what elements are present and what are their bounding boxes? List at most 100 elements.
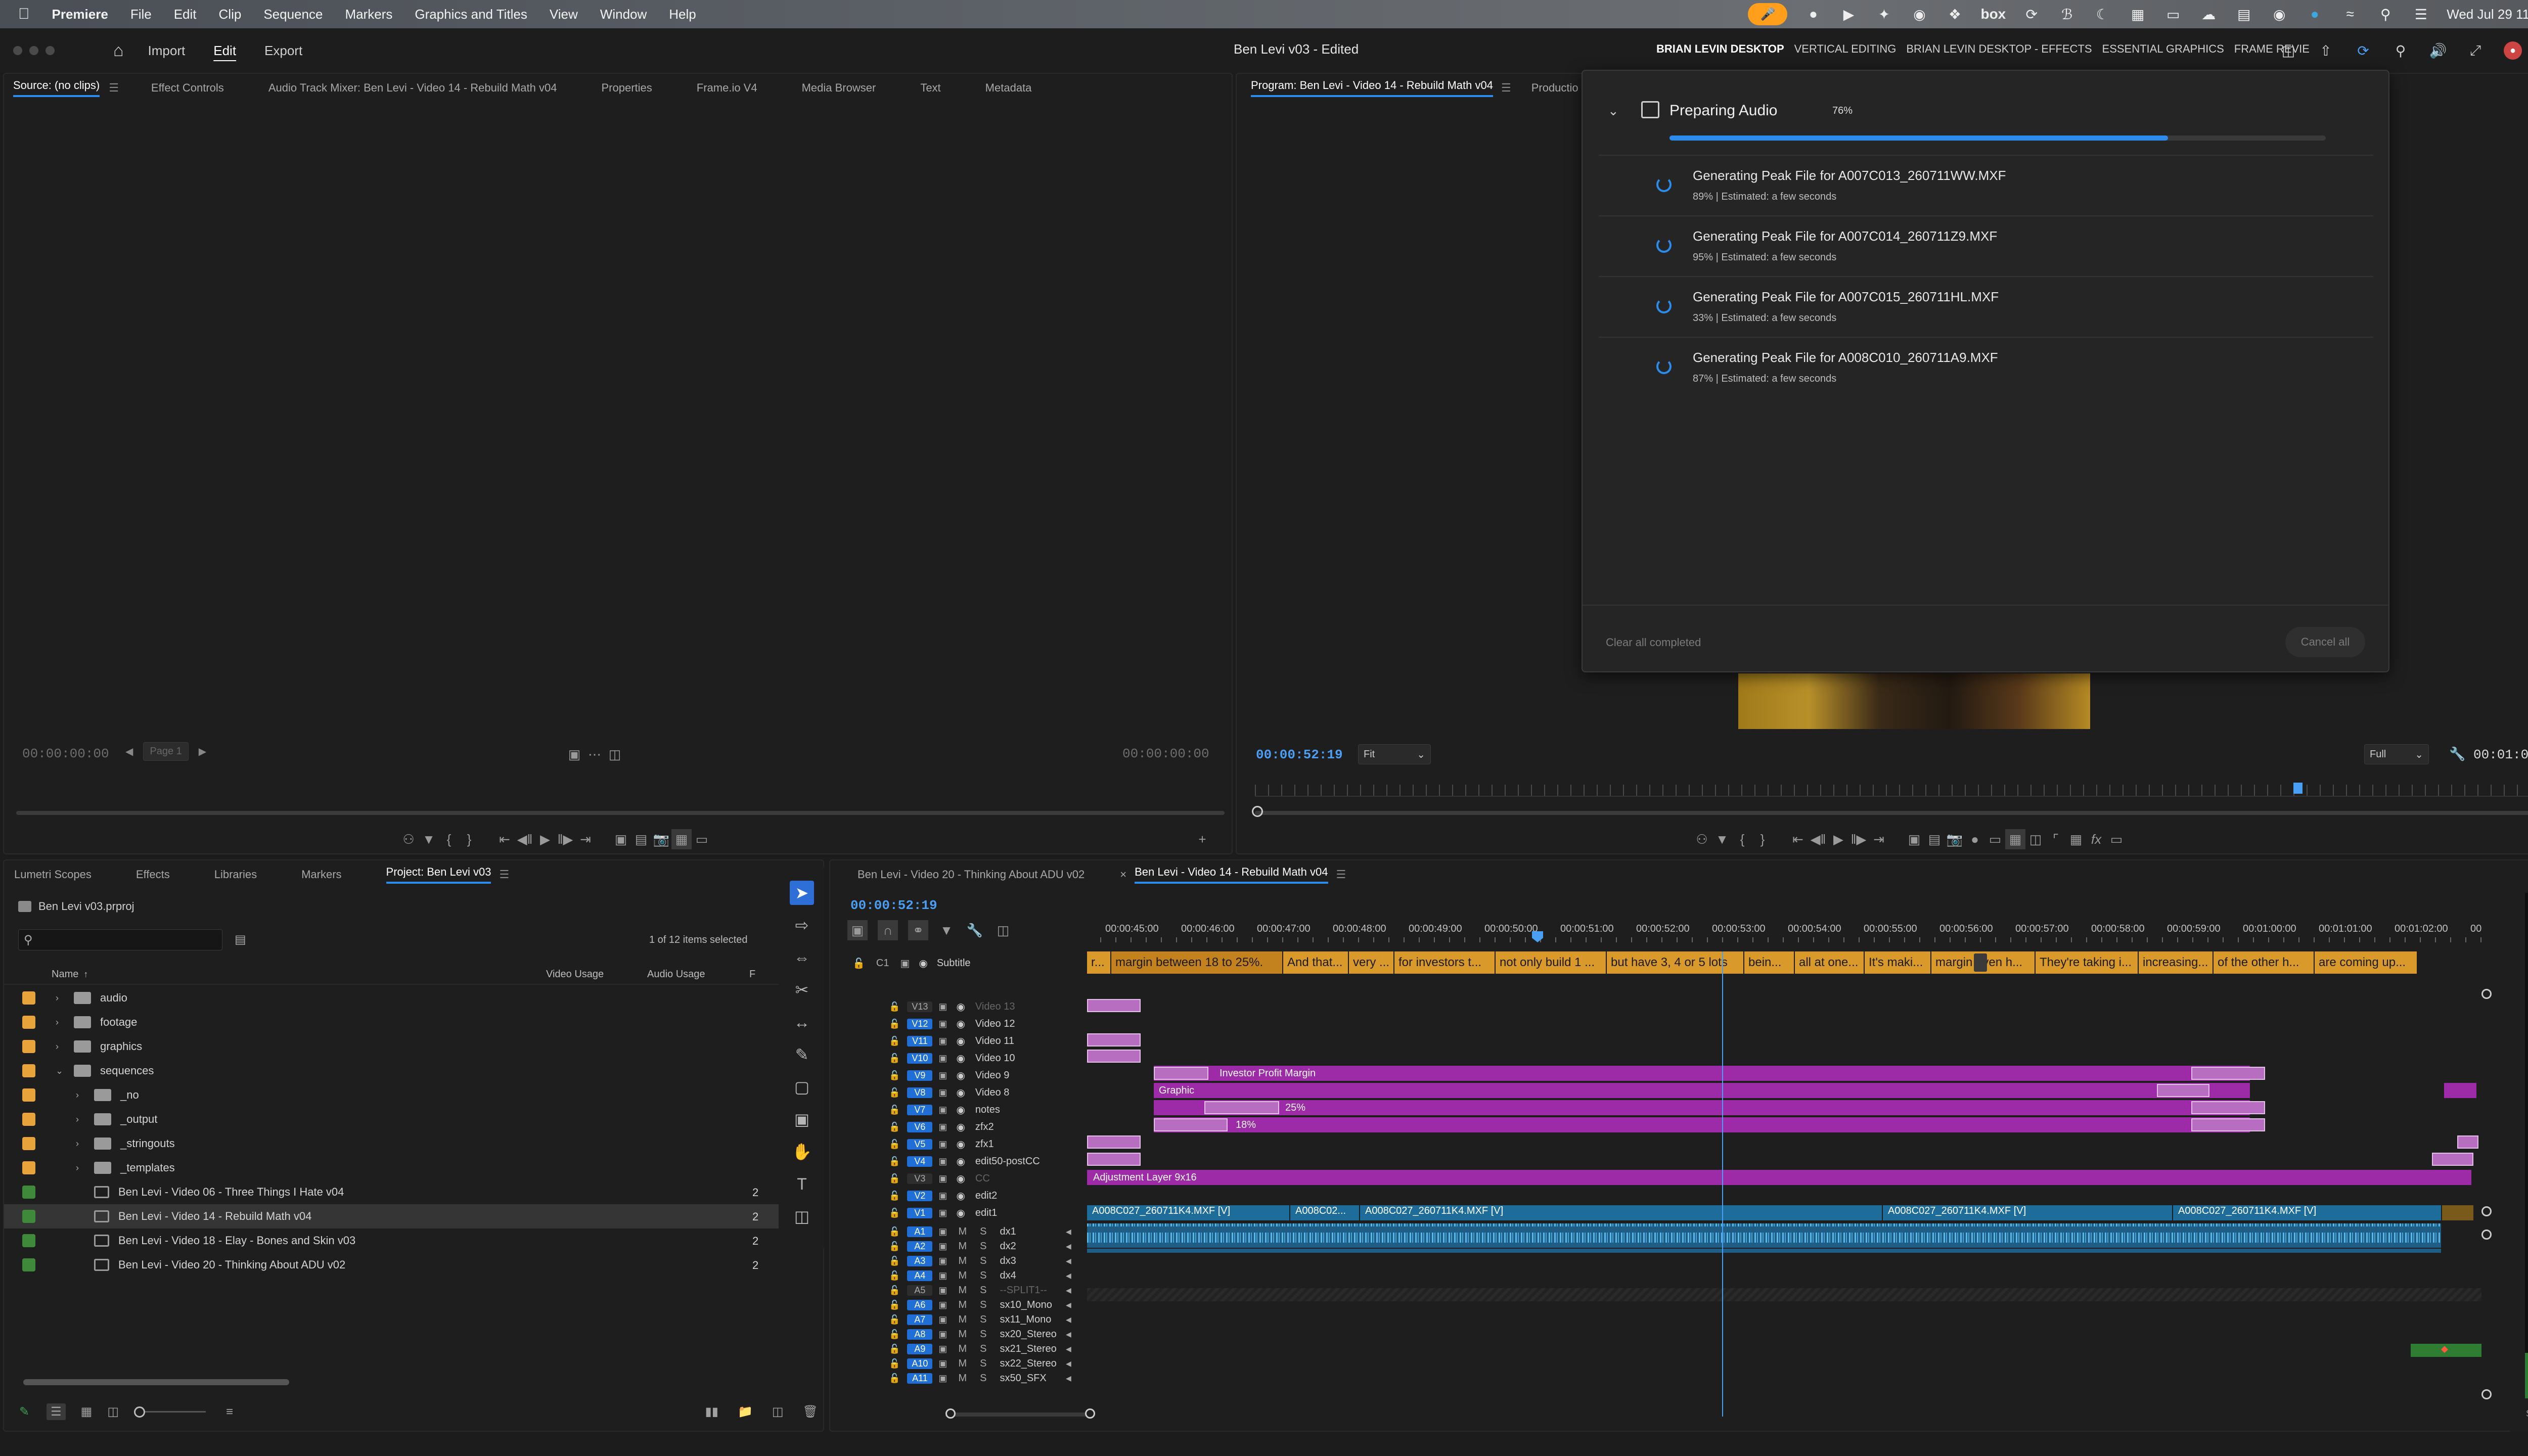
fx-icon[interactable]: fx bbox=[2086, 829, 2106, 849]
track-target-button[interactable]: A9 bbox=[907, 1344, 933, 1354]
sync-lock-icon[interactable]: ▣ bbox=[938, 1105, 947, 1115]
lock-icon[interactable]: 🔓 bbox=[889, 1270, 900, 1281]
sequence-row[interactable]: Ben Levi - Video 14 - Rebuild Math v04 2 bbox=[4, 1204, 823, 1228]
sync-lock-icon[interactable]: ▣ bbox=[938, 1358, 947, 1369]
track-header-v13[interactable]: 🔓 V13 ▣ ◉ Video 13 bbox=[850, 998, 1100, 1015]
track-target-button[interactable]: A11 bbox=[907, 1373, 933, 1384]
sync-lock-icon[interactable]: ▣ bbox=[938, 1036, 947, 1046]
fullscreen-icon[interactable]: ⤢ bbox=[2466, 41, 2485, 60]
add-button-icon[interactable]: + bbox=[1192, 829, 1212, 849]
track-header-v12[interactable]: 🔓 V12 ▣ ◉ Video 12 bbox=[850, 1015, 1100, 1032]
export-frame-icon[interactable]: 📷 bbox=[1945, 829, 1965, 849]
dropbox-icon[interactable]: ❖ bbox=[1945, 5, 1964, 24]
app-menu[interactable]: Premiere bbox=[52, 7, 108, 22]
clip-v1-b[interactable]: A008C02... bbox=[1290, 1205, 1359, 1220]
track-header-v10[interactable]: 🔓 V10 ▣ ◉ Video 10 bbox=[850, 1050, 1100, 1067]
lock-icon[interactable]: 🔓 bbox=[889, 1256, 900, 1266]
sync-lock-icon[interactable]: ▣ bbox=[938, 1226, 947, 1237]
tab-sequence-video-20[interactable]: Ben Levi - Video 20 - Thinking About ADU… bbox=[857, 868, 1085, 881]
add-marker-icon[interactable]: ▼ bbox=[419, 829, 439, 849]
clip-v4-end[interactable] bbox=[2432, 1153, 2473, 1166]
menu-window[interactable]: Window bbox=[600, 7, 647, 22]
track-arrow-icon[interactable]: ◀ bbox=[1066, 1286, 1071, 1295]
step-forward-icon[interactable]: ‖▶ bbox=[555, 829, 575, 849]
track-target-button[interactable]: V11 bbox=[907, 1035, 933, 1046]
tab-lumetri-scopes[interactable]: Lumetri Scopes bbox=[14, 868, 92, 881]
chevron-right-icon[interactable]: › bbox=[76, 1139, 86, 1149]
drop-frame-icon[interactable]: ⋯ bbox=[584, 744, 605, 764]
battery-icon[interactable]: ▭ bbox=[2163, 5, 2183, 24]
column-f[interactable]: F bbox=[749, 969, 755, 980]
track-target-button[interactable]: A10 bbox=[907, 1358, 933, 1369]
user-avatar[interactable]: ● bbox=[2504, 41, 2522, 60]
solo-button[interactable]: S bbox=[980, 1373, 986, 1384]
bin-row[interactable]: › _templates bbox=[4, 1156, 823, 1180]
volume-icon[interactable]: 🔊 bbox=[2429, 41, 2447, 60]
settings-wrench-icon[interactable]: 🔧 bbox=[2449, 746, 2465, 762]
sync-lock-icon[interactable]: ▣ bbox=[938, 1156, 947, 1167]
lock-icon[interactable]: 🔓 bbox=[889, 1122, 900, 1132]
lock-icon[interactable]: 🔓 bbox=[889, 1053, 900, 1064]
lock-icon[interactable]: 🔓 bbox=[889, 1105, 900, 1115]
lock-icon[interactable]: 🔓 bbox=[889, 1070, 900, 1081]
mark-in-icon[interactable]: { bbox=[439, 829, 459, 849]
sync-lock-icon[interactable]: ▣ bbox=[938, 1329, 947, 1340]
track-target-button[interactable]: V7 bbox=[907, 1104, 933, 1115]
new-item-icon[interactable]: ◫ bbox=[772, 1404, 784, 1419]
grid-icon[interactable]: ▦ bbox=[2128, 5, 2147, 24]
snap-icon[interactable]: ∩ bbox=[878, 920, 898, 940]
safe-margins-icon[interactable]: ▣ bbox=[564, 744, 584, 764]
scrub-handle-left[interactable] bbox=[1252, 806, 1263, 817]
track-target-button[interactable]: A5 bbox=[907, 1285, 933, 1296]
track-target-button[interactable]: V6 bbox=[907, 1121, 933, 1132]
tab-audio-track-mixer[interactable]: Audio Track Mixer: Ben Levi - Video 14 -… bbox=[268, 81, 557, 95]
track-target-button[interactable]: A7 bbox=[907, 1314, 933, 1325]
transform-tool-icon[interactable]: ▣ bbox=[790, 1107, 814, 1131]
list-view-icon[interactable]: ☰ bbox=[47, 1403, 66, 1420]
sync-lock-icon[interactable]: ▣ bbox=[938, 1314, 947, 1325]
play-icon[interactable]: ▶ bbox=[1839, 5, 1858, 24]
workspace-brian-levin-desktop[interactable]: BRIAN LEVIN DESKTOP bbox=[1656, 42, 1784, 56]
lift-icon[interactable]: ⚇ bbox=[1692, 829, 1712, 849]
extract-icon[interactable]: ▤ bbox=[1924, 829, 1945, 849]
sync-lock-icon[interactable]: ▣ bbox=[938, 1173, 947, 1184]
fit-dropdown[interactable]: Fit ⌄ bbox=[1358, 744, 1431, 764]
lock-icon[interactable]: 🔓 bbox=[889, 1036, 900, 1046]
lock-icon[interactable]: 🔓 bbox=[889, 1191, 900, 1201]
column-video-usage[interactable]: Video Usage bbox=[546, 969, 604, 980]
control-center-icon[interactable]: ☰ bbox=[2411, 5, 2430, 24]
menubar-clock[interactable]: Wed Jul 29 11:35 AM bbox=[2447, 7, 2528, 22]
eye-icon[interactable]: ◉ bbox=[956, 1069, 965, 1082]
sync-lock-icon[interactable]: ▣ bbox=[938, 1019, 947, 1029]
track-target-button[interactable]: A1 bbox=[907, 1226, 933, 1237]
solo-button[interactable]: S bbox=[980, 1314, 986, 1326]
tab-production[interactable]: Productio bbox=[1531, 81, 1578, 95]
track-target-button[interactable]: V2 bbox=[907, 1190, 933, 1201]
tab-text[interactable]: Text bbox=[920, 81, 940, 95]
track-header-v8[interactable]: 🔓 V8 ▣ ◉ Video 8 bbox=[850, 1084, 1100, 1101]
mark-in-icon[interactable]: { bbox=[1732, 829, 1752, 849]
freeform-view-icon[interactable]: ◫ bbox=[107, 1404, 119, 1419]
drive-icon[interactable]: ▤ bbox=[2234, 5, 2253, 24]
mute-button[interactable]: M bbox=[958, 1314, 967, 1326]
timeline-timecode[interactable]: 00:00:52:19 bbox=[850, 898, 937, 913]
chevron-right-icon[interactable]: › bbox=[76, 1090, 86, 1101]
solo-button[interactable]: S bbox=[980, 1270, 986, 1282]
sparkle-icon[interactable]: ✦ bbox=[1874, 5, 1893, 24]
track-header-v3[interactable]: 🔓 V3 ▣ ◉ CC bbox=[850, 1170, 1100, 1187]
chevron-right-icon[interactable]: › bbox=[76, 1163, 86, 1173]
track-arrow-icon[interactable]: ◀ bbox=[1066, 1315, 1071, 1324]
mute-button[interactable]: M bbox=[958, 1329, 967, 1340]
clip-v9-end[interactable] bbox=[2191, 1067, 2265, 1080]
clip-notes[interactable] bbox=[1154, 1100, 2250, 1115]
subtitle-clip[interactable]: It's maki... bbox=[1865, 951, 1931, 974]
source-timecode[interactable]: 00:00:00:00 bbox=[22, 746, 109, 761]
tab-sequence-video-14[interactable]: Ben Levi - Video 14 - Rebuild Math v04 bbox=[1135, 866, 1328, 884]
toggle-proxy-icon[interactable]: ▦ bbox=[671, 829, 692, 849]
clear-completed-button[interactable]: Clear all completed bbox=[1606, 636, 1701, 649]
sync-lock-icon[interactable]: ▣ bbox=[938, 1139, 947, 1150]
track-arrow-icon[interactable]: ◀ bbox=[1066, 1227, 1071, 1236]
subtitle-clip[interactable]: increasing... bbox=[2139, 951, 2214, 974]
solo-button[interactable]: S bbox=[980, 1299, 986, 1311]
lock-icon[interactable]: 🔓 bbox=[889, 1002, 900, 1012]
